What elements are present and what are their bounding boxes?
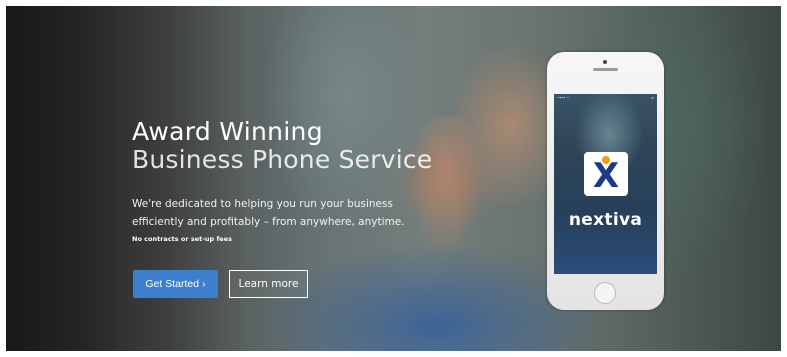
brand-wordmark: nextiva	[568, 210, 643, 230]
hero-title: Award Winning Business Phone Service	[132, 118, 432, 174]
fine-print: No contracts or set-up fees	[132, 235, 232, 243]
logo-x-mark: X	[592, 156, 620, 196]
phone-home-button	[594, 282, 616, 304]
signal-icon: •••• ◠	[557, 96, 570, 100]
hero-banner	[6, 6, 781, 351]
learn-more-label: Learn more	[238, 278, 299, 290]
background-overlay	[6, 6, 781, 351]
phone-status-bar: •••• ◠ ▭	[554, 94, 657, 102]
chevron-right-icon: ›	[202, 278, 206, 290]
hero-title-line2: Business Phone Service	[132, 145, 433, 174]
learn-more-button[interactable]: Learn more	[229, 270, 308, 298]
get-started-label: Get Started	[145, 278, 200, 290]
phone-speaker	[593, 68, 618, 71]
phone-screen: •••• ◠ ▭ X nextiva	[554, 94, 657, 274]
nextiva-logo: X	[584, 152, 628, 196]
hero-title-line1: Award Winning	[132, 117, 323, 146]
phone-camera	[603, 60, 607, 64]
battery-icon: ▭	[650, 96, 654, 100]
get-started-button[interactable]: Get Started ›	[133, 270, 218, 298]
hero-description: We're dedicated to helping you run your …	[132, 198, 405, 228]
phone-mockup: •••• ◠ ▭ X nextiva	[547, 52, 664, 310]
